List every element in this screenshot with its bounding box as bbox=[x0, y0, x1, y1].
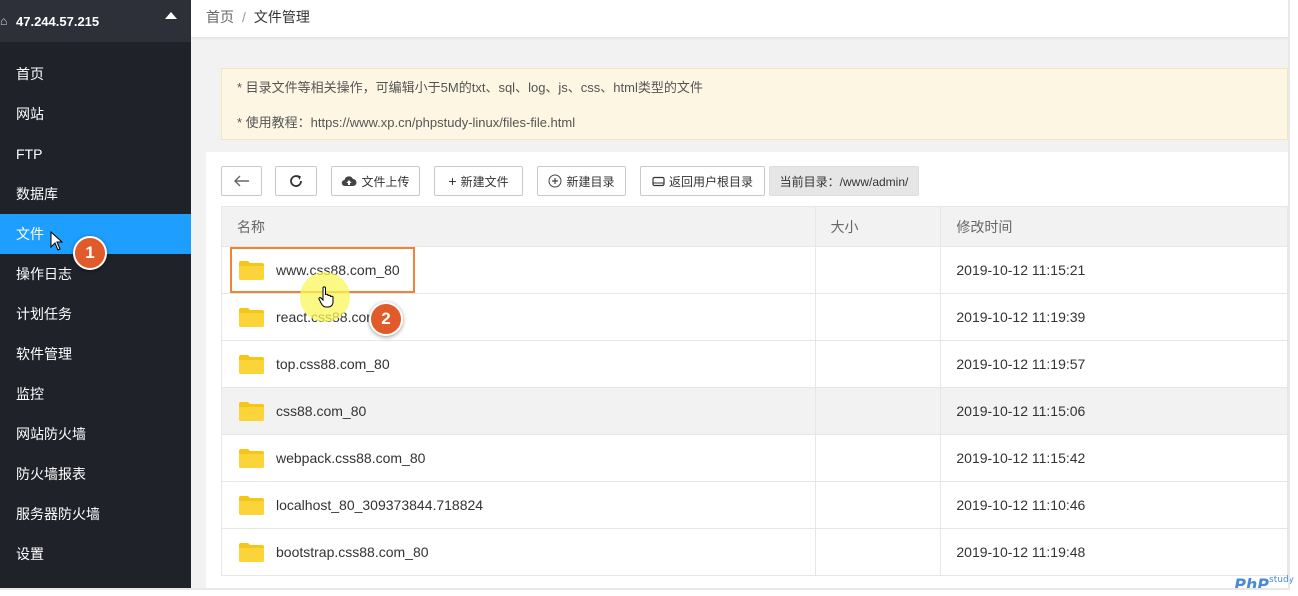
file-name[interactable]: localhost_80_309373844.718824 bbox=[276, 497, 483, 513]
new-file-label: 新建文件 bbox=[460, 174, 509, 189]
sidebar-item-monitor[interactable]: 监控 bbox=[0, 374, 191, 414]
upload-button[interactable]: 文件上传 bbox=[331, 166, 420, 196]
arrow-left-icon bbox=[233, 175, 249, 187]
chevron-up-icon[interactable] bbox=[165, 12, 177, 19]
sidebar-item-software[interactable]: 软件管理 bbox=[0, 334, 191, 374]
cell-name[interactable]: react.css88.com_80 bbox=[221, 293, 816, 341]
server-switcher[interactable]: ⌂ 47.244.57.215 bbox=[0, 0, 191, 42]
cell-name[interactable]: top.css88.com_80 bbox=[221, 340, 816, 388]
notice-line-1: * 目录文件等相关操作，可编辑小于5M的txt、sql、log、js、css、h… bbox=[237, 80, 703, 95]
cell-modified: 2019-10-12 11:15:06 bbox=[940, 387, 1288, 435]
cell-size bbox=[814, 528, 942, 576]
watermark-logo: PhPstudy bbox=[1234, 575, 1294, 594]
cell-name[interactable]: localhost_80_309373844.718824 bbox=[221, 481, 816, 529]
drive-icon bbox=[652, 176, 665, 186]
cloud-upload-icon bbox=[342, 176, 357, 187]
breadcrumb-current: 文件管理 bbox=[253, 9, 310, 25]
frame-edge-right bbox=[1288, 0, 1290, 590]
back-button[interactable] bbox=[221, 166, 262, 196]
plus-icon: + bbox=[448, 173, 457, 189]
cell-size bbox=[814, 481, 942, 529]
frame-edge-bottom bbox=[0, 588, 1290, 590]
table-header-row: 名称 大小 修改时间 bbox=[221, 206, 1288, 247]
server-ip: 47.244.57.215 bbox=[16, 13, 100, 29]
folder-icon bbox=[239, 260, 264, 280]
step-badge-2: 2 bbox=[369, 302, 403, 336]
column-size[interactable]: 大小 bbox=[814, 206, 942, 247]
sidebar-item-home[interactable]: 首页 bbox=[0, 54, 191, 94]
refresh-button[interactable] bbox=[275, 166, 317, 196]
folder-icon bbox=[239, 307, 264, 327]
sidebar-item-cron[interactable]: 计划任务 bbox=[0, 294, 191, 334]
sidebar-item-settings[interactable]: 设置 bbox=[0, 534, 191, 574]
cell-modified: 2019-10-12 11:15:21 bbox=[940, 246, 1288, 294]
cell-modified: 2019-10-12 11:19:39 bbox=[940, 293, 1288, 341]
cell-name[interactable]: css88.com_80 bbox=[221, 387, 816, 435]
cell-name[interactable]: www.css88.com_80 bbox=[221, 246, 816, 294]
file-name[interactable]: top.css88.com_80 bbox=[276, 356, 390, 372]
table-row[interactable]: top.css88.com_80 2019-10-12 11:19:57 bbox=[221, 340, 1288, 388]
new-dir-label: 新建目录 bbox=[566, 174, 615, 189]
new-dir-button[interactable]: 新建目录 bbox=[537, 166, 626, 196]
notice-box: * 目录文件等相关操作，可编辑小于5M的txt、sql、log、js、css、h… bbox=[221, 68, 1288, 140]
table-row[interactable]: localhost_80_309373844.718824 2019-10-12 … bbox=[221, 481, 1288, 529]
column-name[interactable]: 名称 bbox=[221, 206, 816, 247]
notice-line-2: * 使用教程：https://www.xp.cn/phpstudy-linux/… bbox=[237, 115, 576, 130]
sidebar-item-waf[interactable]: 网站防火墙 bbox=[0, 414, 191, 454]
breadcrumb-home[interactable]: 首页 bbox=[206, 9, 234, 25]
cell-size bbox=[814, 340, 942, 388]
file-name[interactable]: css88.com_80 bbox=[276, 403, 366, 419]
cell-size bbox=[814, 293, 942, 341]
current-dir-display: 当前目录：/www/admin/ bbox=[769, 166, 919, 196]
cell-modified: 2019-10-12 11:19:57 bbox=[940, 340, 1288, 388]
breadcrumb-separator: / bbox=[242, 9, 246, 25]
folder-icon bbox=[239, 542, 264, 562]
cell-size bbox=[814, 387, 942, 435]
step-badge-1: 1 bbox=[73, 236, 107, 270]
upload-label: 文件上传 bbox=[361, 174, 410, 189]
breadcrumb: 首页 / 文件管理 bbox=[206, 7, 310, 27]
file-name[interactable]: bootstrap.css88.com_80 bbox=[276, 544, 429, 560]
cell-name[interactable]: webpack.css88.com_80 bbox=[221, 434, 816, 482]
folder-icon bbox=[239, 448, 264, 468]
cell-modified: 2019-10-12 11:15:42 bbox=[940, 434, 1288, 482]
sidebar-item-server-firewall[interactable]: 服务器防火墙 bbox=[0, 494, 191, 534]
folder-icon bbox=[239, 495, 264, 515]
file-name[interactable]: webpack.css88.com_80 bbox=[276, 450, 425, 466]
new-file-button[interactable]: + 新建文件 bbox=[434, 166, 523, 196]
sidebar-nav: 首页 网站 FTP 数据库 文件 操作日志 计划任务 软件管理 监控 网站防火墙… bbox=[0, 54, 191, 574]
cell-size bbox=[814, 434, 942, 482]
table-row[interactable]: css88.com_80 2019-10-12 11:15:06 bbox=[221, 387, 1288, 435]
folder-icon bbox=[239, 354, 264, 374]
table-row[interactable]: www.css88.com_80 2019-10-12 11:15:21 bbox=[221, 246, 1288, 294]
sidebar-item-website[interactable]: 网站 bbox=[0, 94, 191, 134]
table-row[interactable]: bootstrap.css88.com_80 2019-10-12 11:19:4… bbox=[221, 528, 1288, 576]
cell-size bbox=[814, 246, 942, 294]
watermark-sub: study bbox=[1269, 575, 1294, 585]
cell-name[interactable]: bootstrap.css88.com_80 bbox=[221, 528, 816, 576]
watermark-brand: PhP bbox=[1234, 575, 1270, 594]
cell-modified: 2019-10-12 11:10:46 bbox=[940, 481, 1288, 529]
sidebar-item-database[interactable]: 数据库 bbox=[0, 174, 191, 214]
table-row[interactable]: webpack.css88.com_80 2019-10-12 11:15:42 bbox=[221, 434, 1288, 482]
home-icon: ⌂ bbox=[0, 14, 8, 28]
cell-modified: 2019-10-12 11:19:48 bbox=[940, 528, 1288, 576]
sidebar-item-ftp[interactable]: FTP bbox=[0, 134, 191, 174]
sidebar: ⌂ 47.244.57.215 首页 网站 FTP 数据库 文件 操作日志 计划… bbox=[0, 0, 191, 588]
refresh-icon bbox=[290, 175, 302, 187]
file-table: 名称 大小 修改时间 www.css88.com_80 2019-10-12 11… bbox=[221, 206, 1288, 576]
file-name[interactable]: www.css88.com_80 bbox=[276, 262, 400, 278]
home-dir-label: 返回用户根目录 bbox=[668, 174, 753, 189]
plus-circle-icon bbox=[548, 174, 562, 188]
breadcrumb-bar: 首页 / 文件管理 bbox=[191, 0, 1288, 38]
sidebar-item-firewall-report[interactable]: 防火墙报表 bbox=[0, 454, 191, 494]
folder-icon bbox=[239, 401, 264, 421]
column-modified[interactable]: 修改时间 bbox=[940, 206, 1288, 247]
home-dir-button[interactable]: 返回用户根目录 bbox=[640, 166, 765, 196]
